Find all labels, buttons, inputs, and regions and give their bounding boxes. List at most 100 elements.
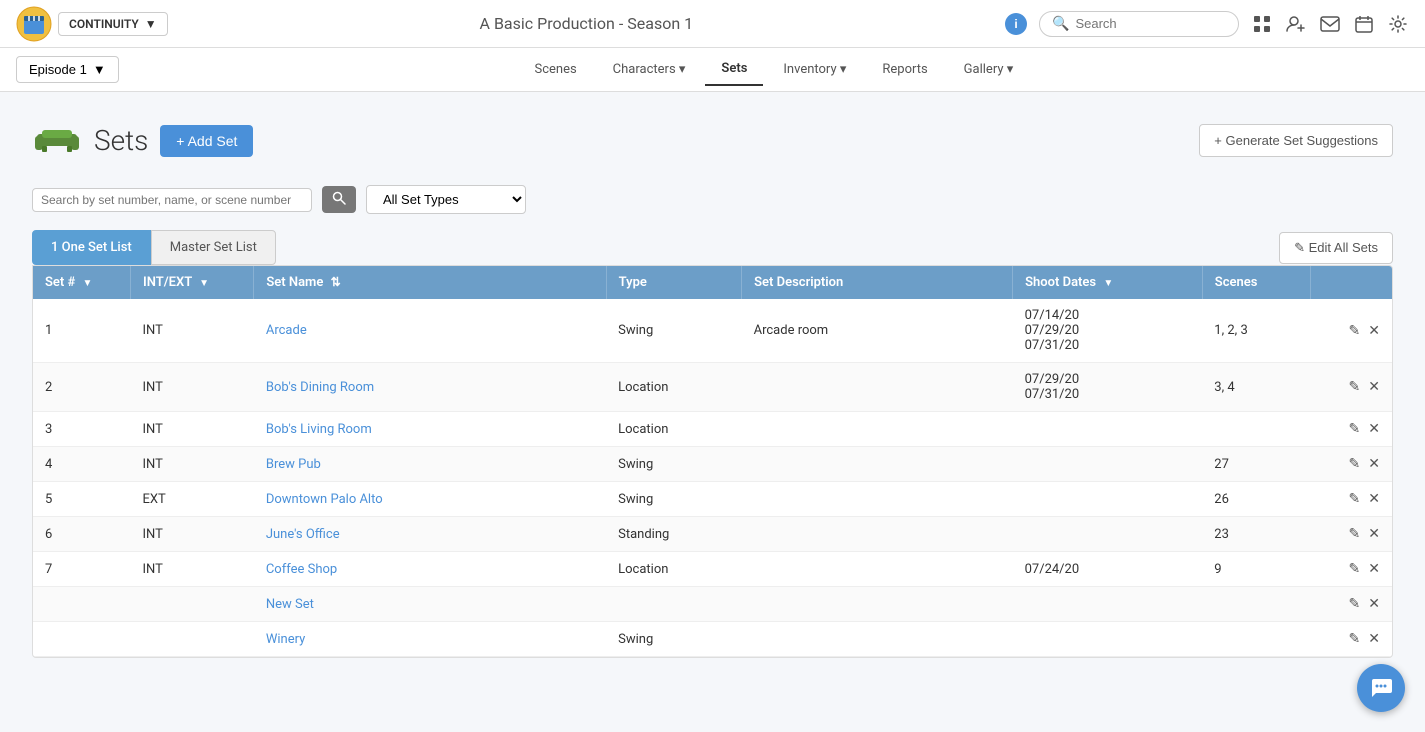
cell-scenes: 9 [1202,552,1310,587]
cell-int-ext: EXT [130,482,253,517]
set-list-tabs: 1 One Set List Master Set List [32,230,276,265]
delete-icon[interactable]: ✕ [1368,421,1380,437]
settings-icon[interactable] [1387,13,1409,35]
col-set-num[interactable]: Set # ▼ [33,266,130,299]
cell-type: Swing [606,482,741,517]
delete-icon[interactable]: ✕ [1368,456,1380,472]
set-search-input[interactable] [41,193,303,207]
cell-set-name: June's Office [254,517,606,552]
delete-icon[interactable]: ✕ [1368,323,1380,339]
cell-set-num: 6 [33,517,130,552]
cell-type: Swing [606,447,741,482]
search-input[interactable] [1075,16,1226,31]
cell-int-ext: INT [130,363,253,412]
col-set-name[interactable]: Set Name ⇅ [254,266,606,299]
cell-scenes [1202,622,1310,657]
search-icon: 🔍 [1052,16,1069,32]
generate-suggestions-button[interactable]: + Generate Set Suggestions [1199,124,1393,157]
edit-icon[interactable]: ✎ [1349,421,1361,437]
cell-actions: ✎ ✕ [1311,517,1392,552]
cell-set-name: New Set [254,587,606,622]
set-search-button[interactable] [322,186,356,213]
col-scenes[interactable]: Scenes [1202,266,1310,299]
cell-type: Standing [606,517,741,552]
episode-dropdown[interactable]: Episode 1 ▼ [16,56,119,83]
set-name-link[interactable]: Bob's Living Room [266,422,372,437]
add-set-button[interactable]: + Add Set [160,125,253,157]
col-description[interactable]: Set Description [742,266,1013,299]
nav-sets[interactable]: Sets [705,53,763,86]
delete-icon[interactable]: ✕ [1368,379,1380,395]
calendar-icon[interactable] [1353,13,1375,35]
filter-bar: All Set Types Location Swing Standing [32,185,1393,214]
delete-icon[interactable]: ✕ [1368,526,1380,542]
edit-icon[interactable]: ✎ [1349,596,1361,612]
edit-all-sets-button[interactable]: ✎ Edit All Sets [1279,232,1393,264]
delete-icon[interactable]: ✕ [1368,491,1380,507]
cell-int-ext [130,587,253,622]
nav-inventory[interactable]: Inventory ▾ [767,54,862,85]
table-row: New Set ✎ ✕ [33,587,1392,622]
cell-type: Location [606,412,741,447]
cell-int-ext: INT [130,412,253,447]
sets-table-body: 1 INT Arcade Swing Arcade room 07/14/200… [33,299,1392,657]
cell-description [742,587,1013,622]
cell-shoot-dates [1013,482,1203,517]
cell-actions: ✎ ✕ [1311,587,1392,622]
set-name-link[interactable]: Downtown Palo Alto [266,492,383,507]
grid-icon[interactable] [1251,13,1273,35]
delete-icon[interactable]: ✕ [1368,631,1380,647]
add-user-icon[interactable] [1285,13,1307,35]
set-name-link[interactable]: Arcade [266,323,307,338]
cell-scenes: 3, 4 [1202,363,1310,412]
cell-type: Swing [606,622,741,657]
edit-icon[interactable]: ✎ [1349,491,1361,507]
cell-scenes [1202,587,1310,622]
cell-shoot-dates [1013,412,1203,447]
cell-scenes: 26 [1202,482,1310,517]
set-name-link[interactable]: Bob's Dining Room [266,380,374,395]
set-type-filter[interactable]: All Set Types Location Swing Standing [366,185,526,214]
cell-shoot-dates [1013,447,1203,482]
set-name-link[interactable]: Winery [266,632,305,647]
cell-actions: ✎ ✕ [1311,363,1392,412]
edit-icon[interactable]: ✎ [1349,323,1361,339]
set-name-link[interactable]: Brew Pub [266,457,321,472]
cell-scenes: 27 [1202,447,1310,482]
tab-bar: 1 One Set List Master Set List ✎ Edit Al… [32,230,1393,265]
table-row: 1 INT Arcade Swing Arcade room 07/14/200… [33,299,1392,363]
set-name-link[interactable]: New Set [266,597,314,612]
cell-set-name: Winery [254,622,606,657]
tab-one-set-list[interactable]: 1 One Set List [32,230,151,265]
info-button[interactable]: i [1005,13,1027,35]
cell-description [742,552,1013,587]
cell-int-ext: INT [130,447,253,482]
nav-scenes[interactable]: Scenes [518,54,592,85]
col-shoot-dates[interactable]: Shoot Dates ▼ [1013,266,1203,299]
sort-shoot-dates-icon: ▼ [1103,278,1113,289]
col-type[interactable]: Type [606,266,741,299]
col-int-ext[interactable]: INT/EXT ▼ [130,266,253,299]
edit-icon[interactable]: ✎ [1349,631,1361,647]
delete-icon[interactable]: ✕ [1368,561,1380,577]
chat-button[interactable] [1357,664,1405,712]
cell-scenes: 23 [1202,517,1310,552]
cell-set-num: 3 [33,412,130,447]
edit-icon[interactable]: ✎ [1349,379,1361,395]
page-title: Sets [94,124,148,157]
mail-icon[interactable] [1319,13,1341,35]
nav-gallery[interactable]: Gallery ▾ [948,54,1030,85]
nav-reports[interactable]: Reports [866,54,943,85]
tab-master-set-list[interactable]: Master Set List [151,230,276,265]
edit-icon[interactable]: ✎ [1349,526,1361,542]
edit-icon[interactable]: ✎ [1349,561,1361,577]
cell-shoot-dates: 07/14/2007/29/2007/31/20 [1013,299,1203,363]
set-name-link[interactable]: June's Office [266,527,340,542]
set-name-link[interactable]: Coffee Shop [266,562,337,577]
nav-characters[interactable]: Characters ▾ [597,54,702,85]
delete-icon[interactable]: ✕ [1368,596,1380,612]
edit-icon[interactable]: ✎ [1349,456,1361,472]
continuity-dropdown[interactable]: CONTINUITY ▼ [58,12,168,36]
cell-int-ext: INT [130,299,253,363]
continuity-label: CONTINUITY [69,17,139,31]
